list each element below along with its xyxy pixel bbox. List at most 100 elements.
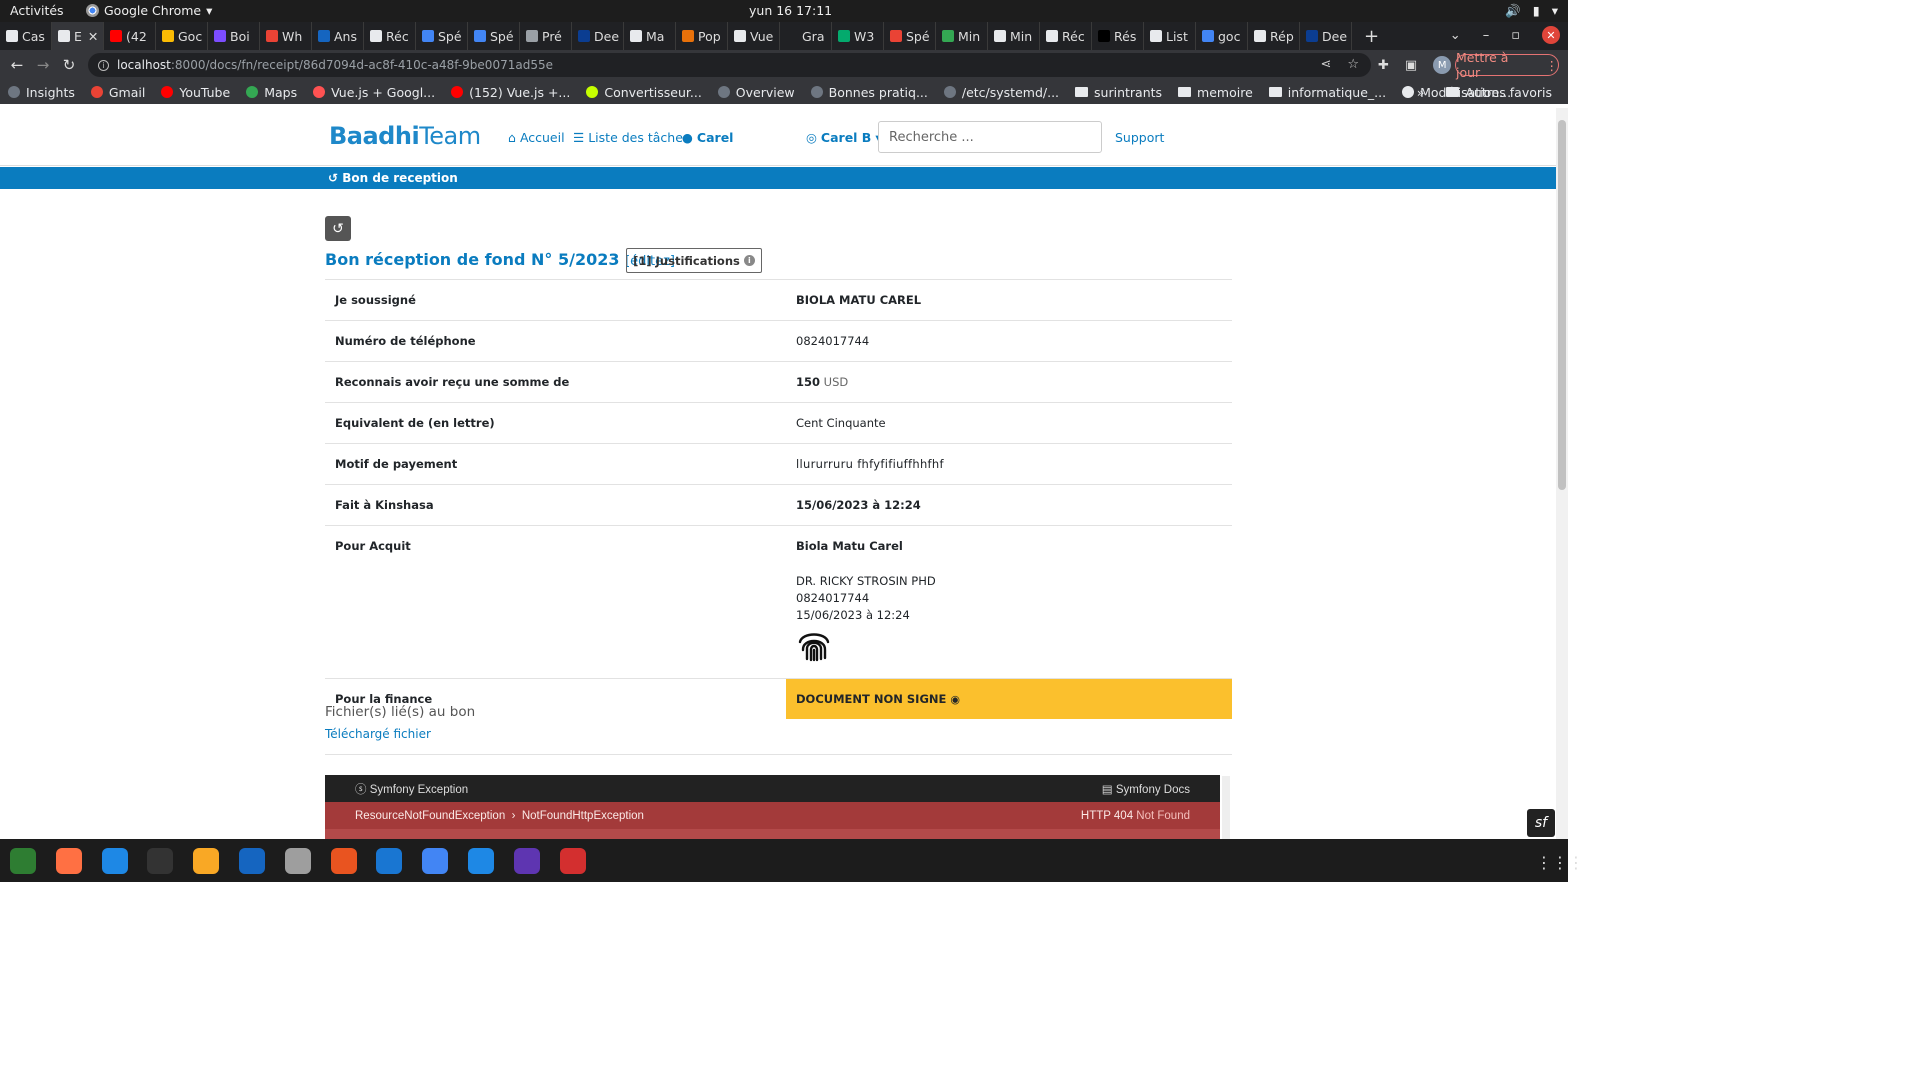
chevron-right-icon[interactable]: » — [1417, 85, 1425, 100]
browser-tab[interactable]: E ✕ — [52, 22, 104, 50]
restore-icon[interactable]: ▫ — [1511, 28, 1520, 43]
browser-tab[interactable]: Réc — [1040, 22, 1092, 50]
browser-tab[interactable]: Spé — [884, 22, 936, 50]
tab-label: (42 — [126, 28, 147, 44]
dock-app-rhythmbox-icon[interactable] — [193, 848, 220, 874]
dock-app-files-icon[interactable] — [284, 848, 311, 874]
dock-app-thunderbird-icon[interactable] — [101, 848, 128, 874]
update-button[interactable]: Mettre à jour ⋮ — [1455, 50, 1559, 80]
activities-button[interactable]: Activités — [10, 3, 64, 18]
bookmark-item[interactable]: YouTube — [153, 85, 238, 100]
browser-tab[interactable]: (42 — [104, 22, 156, 50]
new-tab-button[interactable]: + — [1352, 26, 1391, 47]
back-button[interactable]: ↺ — [325, 216, 351, 241]
browser-tab[interactable]: Gra — [780, 22, 832, 50]
browser-tab[interactable]: Cas — [0, 22, 52, 50]
site-info-icon[interactable]: i — [98, 59, 109, 71]
browser-tab[interactable]: List — [1144, 22, 1196, 50]
address-bar[interactable]: i localhost:8000/docs/fn/receipt/86d7094… — [88, 53, 1371, 77]
site-logo[interactable]: BaadhiTeam — [329, 122, 481, 150]
bookmark-item[interactable]: Insights — [0, 85, 83, 100]
browser-tab[interactable]: Spé — [468, 22, 520, 50]
minimize-icon[interactable]: – — [1483, 28, 1490, 43]
system-tray[interactable]: 🔊 ▮ ▾ — [1505, 3, 1558, 19]
dock-app-chrome-icon[interactable] — [422, 848, 449, 874]
nav-user-link[interactable]: ● Carel — [682, 130, 733, 145]
browser-tab[interactable]: Pop — [676, 22, 728, 50]
close-tab-icon[interactable]: ✕ — [88, 29, 98, 44]
tab-favicon-icon — [890, 30, 902, 42]
browser-tab[interactable]: Réc — [364, 22, 416, 50]
symfony-logo-icon: ⓢ — [355, 783, 367, 796]
profile-avatar[interactable]: M — [1433, 56, 1452, 74]
bookmark-other-favorites[interactable]: Autres favoris — [1438, 85, 1560, 100]
bookmark-item[interactable]: Maps — [238, 85, 305, 100]
forward-arrow-icon[interactable]: → — [30, 56, 56, 74]
frame-scrollbar[interactable] — [1222, 776, 1230, 839]
back-arrow-icon[interactable]: ← — [4, 56, 30, 74]
page-scrollbar[interactable] — [1556, 108, 1568, 839]
dock-app-eclipse-icon[interactable] — [513, 848, 540, 874]
bookmark-item[interactable]: surintrants — [1067, 85, 1170, 100]
apps-grid-icon[interactable]: ⋮⋮⋮ — [1536, 853, 1584, 872]
app-menu[interactable]: Google Chrome ▾ — [86, 3, 212, 18]
bookmark-item[interactable]: Overview — [710, 85, 803, 100]
close-window-button[interactable]: ✕ — [1542, 26, 1560, 44]
scrollbar-thumb[interactable] — [1558, 120, 1566, 490]
browser-tab[interactable]: Min — [988, 22, 1040, 50]
symfony-toolbar-toggle[interactable]: sf — [1527, 809, 1555, 837]
bookmark-item[interactable]: Gmail — [83, 85, 153, 100]
justifications-button[interactable]: [1] Justifications i — [626, 248, 762, 273]
bookmark-label: YouTube — [179, 84, 231, 100]
browser-tab[interactable]: Spé — [416, 22, 468, 50]
bookmark-favicon-icon — [717, 86, 730, 98]
download-file-link[interactable]: Téléchargé fichier — [325, 727, 431, 741]
browser-tab[interactable]: Rép — [1248, 22, 1300, 50]
browser-tab[interactable]: Vue — [728, 22, 780, 50]
system-clock[interactable]: yun 16 17:11 — [749, 3, 832, 18]
browser-tab[interactable]: Pré — [520, 22, 572, 50]
dock-app-help-icon[interactable] — [376, 848, 403, 874]
bookmark-label: Maps — [264, 84, 298, 100]
site-search-input[interactable] — [878, 121, 1102, 153]
account-dropdown[interactable]: ◎Carel B▾ — [806, 130, 882, 145]
bookmark-item[interactable]: informatique_... — [1261, 85, 1394, 100]
browser-tab[interactable]: Boi — [208, 22, 260, 50]
bookmark-item[interactable]: (152) Vue.js +... — [443, 85, 578, 100]
browser-tab[interactable]: Wh — [260, 22, 312, 50]
bookmark-star-icon[interactable]: ☆ — [1347, 57, 1359, 72]
browser-tab[interactable]: Ma — [624, 22, 676, 50]
share-icon[interactable]: ⋖ — [1320, 57, 1331, 72]
side-panel-icon[interactable]: ▣ — [1405, 58, 1417, 73]
dock-app-vscode-icon[interactable] — [468, 848, 494, 874]
extensions-puzzle-icon[interactable]: ✚ — [1378, 58, 1389, 73]
bookmarks-list: Insights Gmail YouTube Maps Vue.js + Googl..… — [0, 85, 1519, 100]
symfony-docs-link[interactable]: ▤ Symfony Docs — [1102, 782, 1190, 796]
support-link[interactable]: Support — [1115, 130, 1164, 145]
subheader-link[interactable]: ↺ Bon de reception — [328, 171, 458, 185]
browser-tab[interactable]: Rés — [1092, 22, 1144, 50]
browser-tab[interactable]: Ans — [312, 22, 364, 50]
bookmark-item[interactable]: Bonnes pratiq... — [803, 85, 936, 100]
bookmark-item[interactable]: /etc/systemd/... — [936, 85, 1067, 100]
dock-app-terminal-icon[interactable] — [147, 848, 174, 874]
browser-tab[interactable]: Min — [936, 22, 988, 50]
dock-app-software-icon[interactable] — [330, 848, 357, 874]
browser-tab[interactable]: Dee — [1300, 22, 1352, 50]
dock-app-updater-icon[interactable] — [559, 848, 586, 874]
browser-tab[interactable]: goc — [1196, 22, 1248, 50]
browser-tab[interactable]: Goc — [156, 22, 208, 50]
dock-app-firefox-icon[interactable] — [55, 848, 82, 874]
browser-tab[interactable]: Dee — [572, 22, 624, 50]
bookmark-item[interactable]: memoire — [1170, 85, 1261, 100]
tab-search-icon[interactable]: ⌄ — [1450, 28, 1461, 43]
bookmark-item[interactable]: Convertisseur... — [578, 85, 709, 100]
tab-favicon-icon — [786, 30, 798, 42]
nav-tasks-link[interactable]: ☰ Liste des tâches — [573, 130, 689, 145]
reload-icon[interactable]: ↻ — [56, 56, 82, 74]
dock-app-spreadsheet-icon[interactable] — [10, 848, 36, 874]
dock-app-writer-icon[interactable] — [239, 848, 265, 874]
browser-tab[interactable]: W3 — [832, 22, 884, 50]
nav-home-link[interactable]: ⌂ Accueil — [508, 130, 565, 145]
bookmark-item[interactable]: Vue.js + Googl... — [305, 85, 443, 100]
